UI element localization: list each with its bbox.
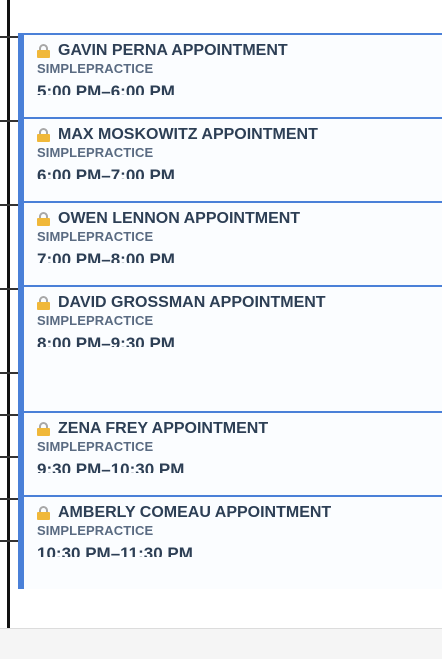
- lock-icon: [37, 44, 50, 58]
- lock-icon: [37, 506, 50, 520]
- event-source: SIMPLEPRACTICE: [37, 61, 154, 76]
- event-title: MAX MOSKOWITZ APPOINTMENT: [58, 126, 318, 143]
- event-source: SIMPLEPRACTICE: [37, 313, 154, 328]
- event-title: GAVIN PERNA APPOINTMENT: [58, 42, 288, 59]
- bottom-toolbar: [0, 628, 442, 659]
- event-source: SIMPLEPRACTICE: [37, 229, 154, 244]
- event-column: GAVIN PERNA APPOINTMENT SIMPLEPRACTICE 5…: [18, 33, 442, 589]
- event-card[interactable]: OWEN LENNON APPOINTMENT SIMPLEPRACTICE 7…: [18, 201, 442, 285]
- lock-icon: [37, 422, 50, 436]
- event-card[interactable]: MAX MOSKOWITZ APPOINTMENT SIMPLEPRACTICE…: [18, 117, 442, 201]
- event-title: DAVID GROSSMAN APPOINTMENT: [58, 294, 326, 311]
- event-source: SIMPLEPRACTICE: [37, 145, 154, 160]
- event-time: 5:00 PM–6:00 PM: [37, 83, 175, 95]
- event-title: ZENA FREY APPOINTMENT: [58, 420, 269, 437]
- lock-icon: [37, 128, 50, 142]
- event-time: 9:30 PM–10:30 PM: [37, 461, 185, 473]
- event-time: 10:30 PM–11:30 PM: [37, 545, 193, 557]
- event-card[interactable]: ZENA FREY APPOINTMENT SIMPLEPRACTICE 9:3…: [18, 411, 442, 495]
- event-source: SIMPLEPRACTICE: [37, 439, 154, 454]
- event-card[interactable]: DAVID GROSSMAN APPOINTMENT SIMPLEPRACTIC…: [18, 285, 442, 411]
- lock-icon: [37, 212, 50, 226]
- event-title: OWEN LENNON APPOINTMENT: [58, 210, 301, 227]
- event-card[interactable]: GAVIN PERNA APPOINTMENT SIMPLEPRACTICE 5…: [18, 33, 442, 117]
- event-card[interactable]: AMBERLY COMEAU APPOINTMENT SIMPLEPRACTIC…: [18, 495, 442, 589]
- event-time: 8:00 PM–9:30 PM: [37, 335, 175, 347]
- event-source: SIMPLEPRACTICE: [37, 523, 154, 538]
- event-time: 6:00 PM–7:00 PM: [37, 167, 175, 179]
- hour-gridlines: [0, 0, 20, 628]
- event-time: 7:00 PM–8:00 PM: [37, 251, 175, 263]
- lock-icon: [37, 296, 50, 310]
- event-title: AMBERLY COMEAU APPOINTMENT: [58, 504, 332, 521]
